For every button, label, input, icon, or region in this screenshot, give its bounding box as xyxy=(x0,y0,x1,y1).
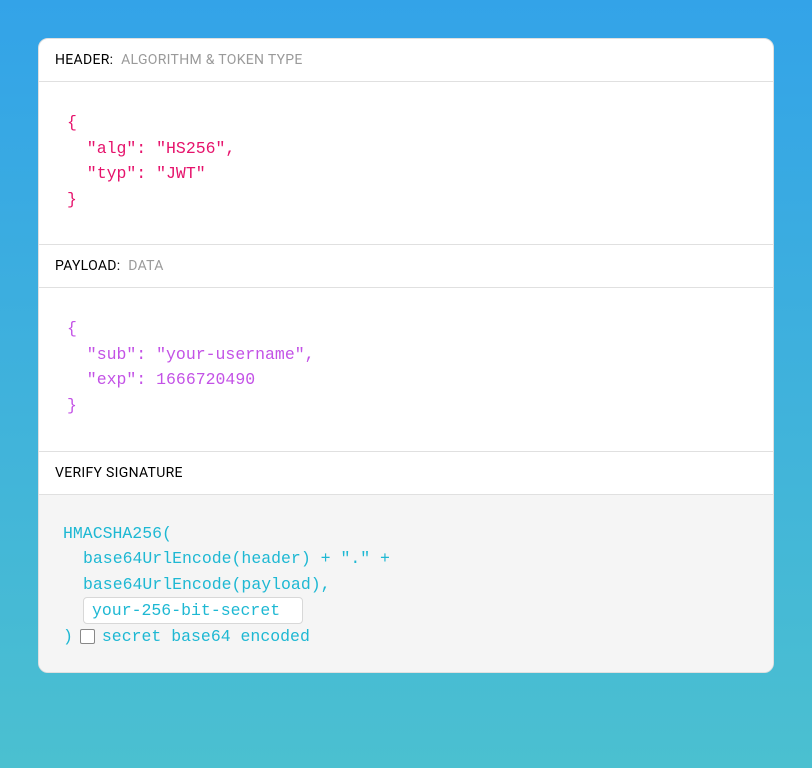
sig-secret-row xyxy=(63,597,753,624)
header-json-body[interactable]: { "alg": "HS256", "typ": "JWT" } xyxy=(39,82,773,245)
sig-close-row: ) secret base64 encoded xyxy=(63,624,753,650)
secret-input[interactable] xyxy=(83,597,303,624)
signature-section-title: VERIFY SIGNATURE xyxy=(39,452,773,495)
header-section-title: HEADER: ALGORITHM & TOKEN TYPE xyxy=(39,39,773,82)
sig-line2: base64UrlEncode(header) + "." + xyxy=(63,546,753,572)
payload-json-content: { "sub": "your-username", "exp": 1666720… xyxy=(67,319,315,415)
payload-sublabel: DATA xyxy=(128,258,163,274)
base64-checkbox-label: secret base64 encoded xyxy=(102,624,310,650)
signature-label: VERIFY SIGNATURE xyxy=(55,465,183,481)
payload-json-body[interactable]: { "sub": "your-username", "exp": 1666720… xyxy=(39,288,773,451)
sig-close-paren: ) xyxy=(63,624,73,650)
base64-checkbox[interactable] xyxy=(80,629,95,644)
jwt-decoder-card: HEADER: ALGORITHM & TOKEN TYPE { "alg": … xyxy=(38,38,774,673)
header-json-content: { "alg": "HS256", "typ": "JWT" } xyxy=(67,113,235,209)
header-sublabel: ALGORITHM & TOKEN TYPE xyxy=(121,52,303,68)
payload-label: PAYLOAD: xyxy=(55,258,120,274)
sig-line1: HMACSHA256( xyxy=(63,521,753,547)
payload-section-title: PAYLOAD: DATA xyxy=(39,245,773,288)
header-label: HEADER: xyxy=(55,52,113,68)
sig-line3: base64UrlEncode(payload), xyxy=(63,572,753,598)
signature-body: HMACSHA256(base64UrlEncode(header) + "."… xyxy=(39,495,773,672)
